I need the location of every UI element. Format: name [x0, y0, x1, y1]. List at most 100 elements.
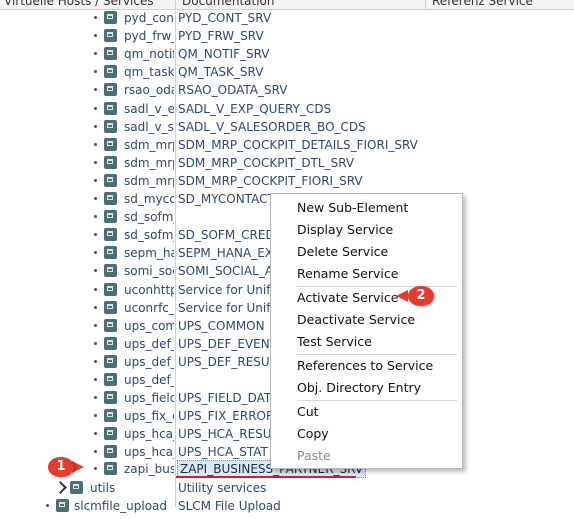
tree-bullet [94, 52, 97, 56]
service-documentation: SADL_V_EXP_QUERY_CDS [178, 101, 332, 116]
menu-item-activate-service[interactable]: Activate Service [297, 288, 398, 308]
service-documentation: SDM_MRP_COCKPIT_DTL_SRV [178, 155, 355, 170]
service-icon [104, 65, 117, 79]
step-marker-1: 1 [48, 457, 74, 477]
tree-bullet [94, 378, 97, 381]
tree-bullet [94, 467, 97, 470]
service-icon [104, 282, 117, 296]
service-name[interactable]: ups_hca_ [124, 425, 174, 443]
service-name[interactable]: ups_fix_e [124, 407, 174, 425]
menu-item-rename-service[interactable]: Rename Service [297, 264, 398, 284]
service-name[interactable]: uconhttp [124, 281, 174, 299]
service-name[interactable]: ups_def_ [124, 353, 174, 371]
service-icon [104, 210, 117, 224]
service-documentation: SADL_V_SALESORDER_BO_CDS [178, 119, 366, 134]
service-name[interactable]: sadl_v_sa [124, 118, 174, 136]
folder-icon [70, 481, 83, 494]
menu-item-deactivate-service[interactable]: Deactivate Service [297, 310, 415, 330]
tree-bullet [94, 287, 97, 291]
service-name[interactable]: sdm_mrp [124, 172, 174, 190]
header-hosts-services[interactable]: Virtuelle Hosts / Services [4, 0, 172, 9]
service-name[interactable]: ups_field [124, 389, 174, 407]
tree-bullet [94, 142, 97, 146]
service-icon [104, 391, 117, 405]
folder-name[interactable]: utils [90, 479, 174, 497]
service-icon [104, 336, 117, 350]
service-icon [104, 228, 117, 242]
folder-documentation: Utility services [178, 481, 267, 495]
menu-item-new-sub-element[interactable]: New Sub-Element [297, 198, 408, 218]
service-name[interactable]: sadl_v_ex [124, 100, 174, 118]
tree-bullet [94, 70, 97, 74]
service-documentation: SLCM File Upload [178, 499, 281, 513]
tree-bullet [94, 323, 97, 327]
service-icon [104, 29, 117, 43]
tree-bullet [94, 88, 97, 92]
menu-separator [297, 400, 457, 401]
service-name[interactable]: sd_mycor [124, 190, 174, 208]
tree-bullet [94, 251, 97, 255]
tree-bullet [94, 359, 97, 363]
service-name[interactable]: sd_sofm_ [124, 208, 174, 226]
tree-row-slcmfile[interactable]: slcmfile_upload SLCM File Upload [0, 497, 574, 519]
menu-item-references-to-service[interactable]: References to Service [297, 356, 433, 376]
menu-item-cut[interactable]: Cut [297, 402, 319, 422]
service-icon [104, 373, 117, 386]
expand-arrow-icon[interactable] [54, 481, 67, 494]
service-name[interactable]: rsao_odat [124, 81, 174, 99]
service-icon [104, 155, 117, 169]
service-name[interactable]: qm_notif [124, 45, 174, 63]
service-icon [104, 11, 117, 24]
menu-item-display-service[interactable]: Display Service [297, 220, 393, 240]
service-name[interactable]: sdm_mrp [124, 154, 174, 172]
service-icon [104, 264, 117, 278]
service-name[interactable]: zapi_busin [124, 460, 174, 478]
service-name[interactable]: ups_hca_ [124, 443, 174, 461]
tree-bullet [94, 269, 97, 273]
service-icon [104, 173, 117, 187]
tree-bullet [94, 414, 97, 418]
service-name[interactable]: slcmfile_upload [74, 497, 174, 515]
service-documentation: RSAO_ODATA_SRV [178, 83, 288, 98]
marker-pointer [396, 290, 408, 302]
service-icon [104, 246, 117, 260]
header-referenz-service[interactable]: Referenz Service [432, 0, 572, 9]
service-icon [56, 499, 69, 512]
tree-bullet [94, 215, 97, 219]
menu-item-obj-directory-entry[interactable]: Obj. Directory Entry [297, 378, 421, 398]
service-name[interactable]: ups_def_ [124, 335, 174, 353]
service-icon [104, 318, 117, 332]
service-icon [104, 83, 117, 97]
service-documentation: SDM_MRP_COCKPIT_DETAILS_FIORI_SRV [178, 137, 418, 152]
service-icon [104, 300, 117, 314]
service-name[interactable]: uconrfc_s [124, 299, 174, 317]
service-name[interactable]: ups_def_ [124, 371, 174, 389]
service-documentation: PYD_FRW_SRV [178, 29, 264, 44]
menu-item-copy[interactable]: Copy [297, 424, 329, 444]
menu-item-delete-service[interactable]: Delete Service [297, 242, 388, 262]
service-icon [104, 192, 117, 205]
service-name[interactable]: sepm_ha [124, 244, 174, 262]
tree-bullet [94, 124, 97, 128]
tree-bullet [94, 197, 97, 200]
service-name[interactable]: pyd_cont [124, 9, 174, 27]
service-name[interactable]: sdm_mrp [124, 136, 174, 154]
header-documentation[interactable]: Documentation [182, 0, 422, 9]
step-marker-2: 2 [408, 286, 434, 306]
service-documentation: SDM_MRP_COCKPIT_FIORI_SRV [178, 173, 363, 188]
service-documentation: PYD_CONT_SRV [178, 11, 272, 25]
tree-bullet [94, 160, 97, 164]
service-icon [104, 119, 117, 133]
service-name[interactable]: somi_soc [124, 262, 174, 280]
service-icon [104, 47, 117, 61]
service-icon [104, 427, 117, 441]
menu-item-paste: Paste [297, 448, 331, 463]
context-menu: New Sub-Element Display Service Delete S… [270, 193, 463, 469]
service-name[interactable]: pyd_frw_ [124, 27, 174, 45]
tree-bullet [94, 178, 97, 182]
service-name[interactable]: ups_com [124, 317, 174, 335]
service-name[interactable]: sd_sofm_ [124, 226, 174, 244]
selection-highlight [176, 476, 356, 478]
menu-item-test-service[interactable]: Test Service [297, 332, 372, 352]
service-name[interactable]: qm_task_ [124, 63, 174, 81]
